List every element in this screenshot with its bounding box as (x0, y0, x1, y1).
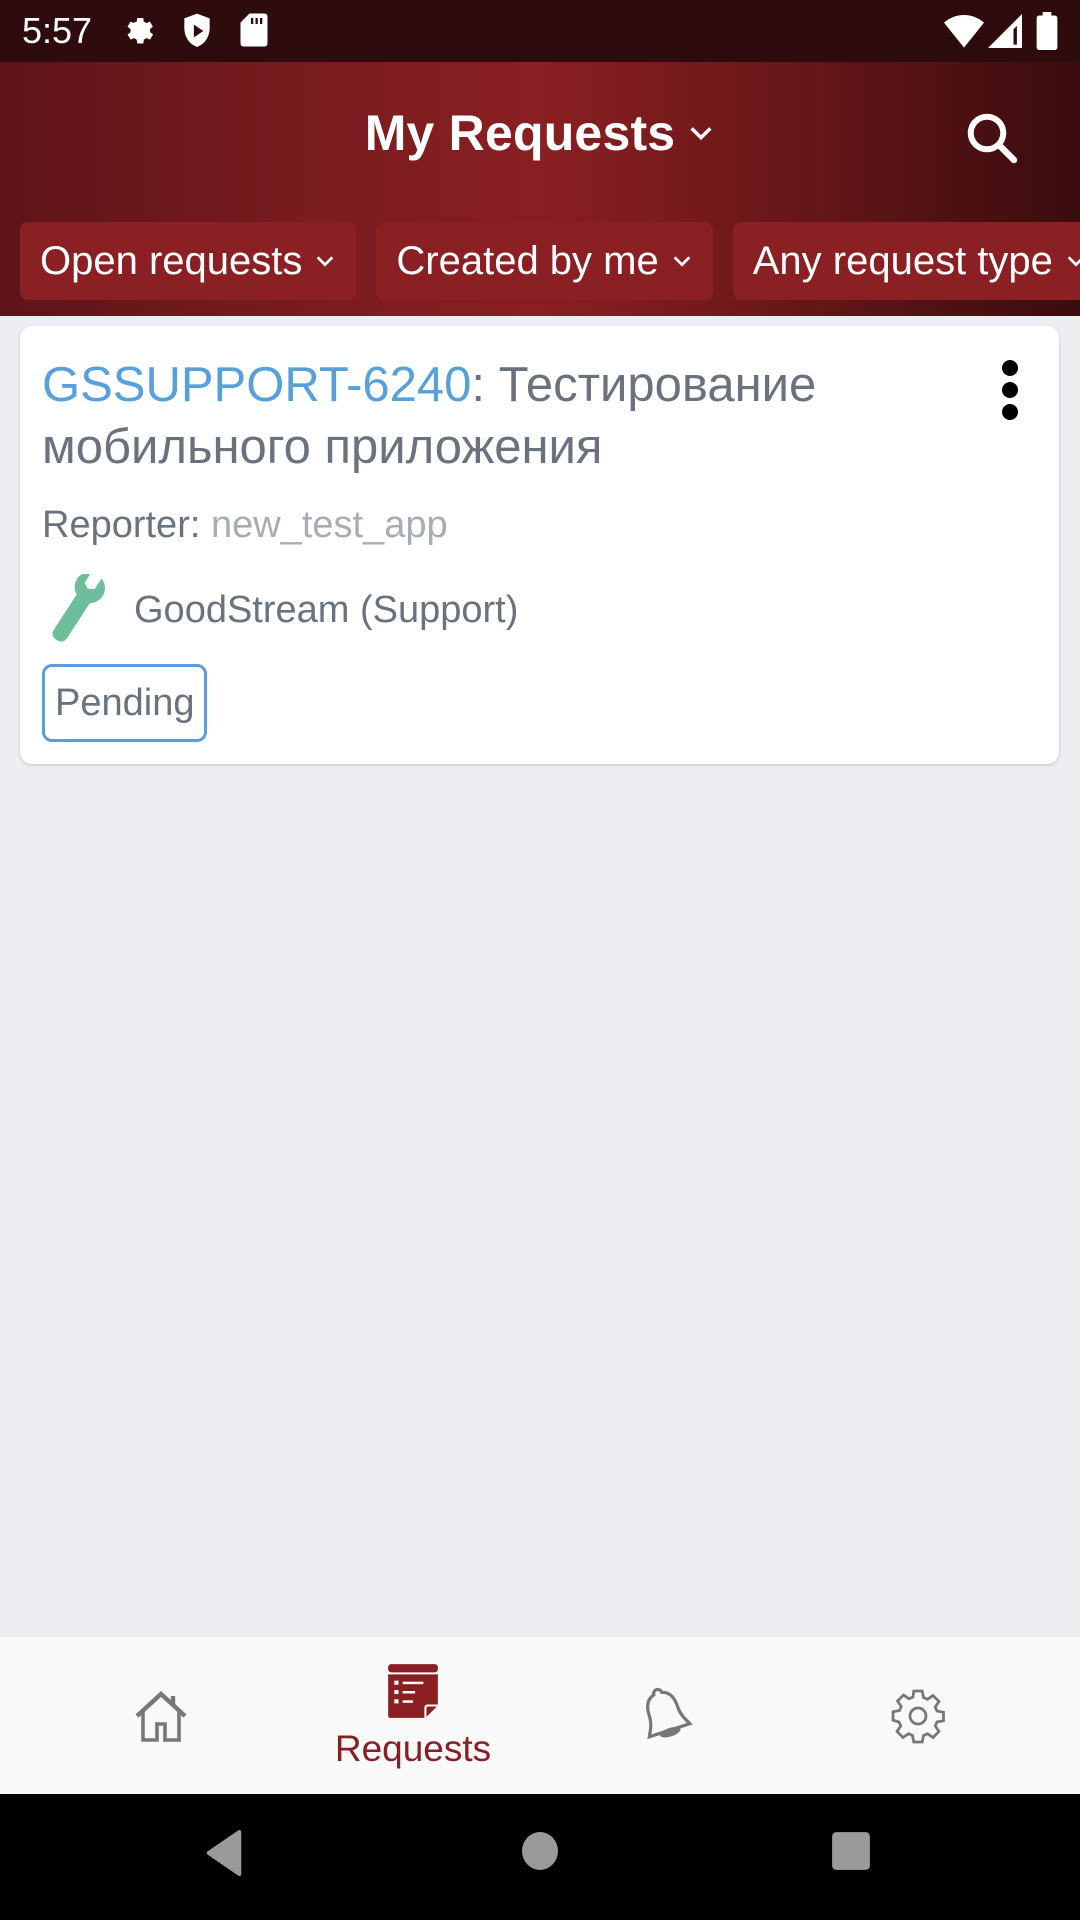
filter-label: Any request type (752, 238, 1053, 283)
filter-bar: Open requests Created by me Any request … (20, 222, 1080, 300)
reporter-row: Reporter: new_test_app (42, 504, 448, 547)
request-card[interactable]: GSSUPPORT-6240: Тестирование мобильного … (20, 326, 1059, 764)
view-selector[interactable]: My Requests (365, 104, 716, 162)
page-title: My Requests (364, 105, 676, 161)
nav-notifications[interactable] (565, 1637, 765, 1795)
issue-key-link[interactable]: GSSUPPORT-6240 (42, 358, 471, 412)
sd-card-icon (240, 12, 268, 53)
shield-play-icon (180, 12, 214, 55)
status-bar: 5:57 (0, 0, 1080, 62)
home-icon (135, 1691, 187, 1742)
filter-label: Created by me (396, 238, 659, 283)
back-icon (206, 1830, 242, 1876)
cell-signal-icon (988, 14, 1022, 53)
nav-home[interactable] (61, 1637, 261, 1795)
nav-settings[interactable] (818, 1637, 1018, 1795)
more-vertical-icon-dot (1002, 382, 1018, 398)
recents-icon (832, 1832, 870, 1870)
requests-icon (388, 1664, 438, 1718)
title-separator: : (471, 358, 499, 412)
reporter-value: new_test_app (210, 504, 448, 546)
more-vertical-icon-dot (1002, 404, 1018, 420)
filter-creator[interactable]: Created by me (376, 222, 713, 300)
home-button[interactable] (520, 1830, 560, 1877)
more-options-button[interactable] (988, 354, 1032, 426)
filter-status[interactable]: Open requests (20, 222, 357, 300)
chevron-down-icon (690, 127, 712, 141)
wrench-icon (52, 574, 105, 642)
system-navigation-bar (0, 1794, 1080, 1920)
search-button[interactable] (960, 106, 1024, 170)
chevron-down-icon (1067, 256, 1080, 267)
nav-label: Requests (334, 1728, 492, 1769)
nav-requests[interactable]: Requests (313, 1637, 513, 1795)
chevron-down-icon (317, 256, 334, 267)
home-circle-icon (522, 1832, 558, 1870)
chevron-down-icon (673, 256, 691, 267)
battery-icon (1036, 12, 1058, 55)
settings-icon (122, 12, 158, 53)
wifi-icon (944, 14, 984, 53)
status-time: 5:57 (22, 10, 93, 51)
status-badge: Pending (42, 664, 208, 742)
gear-icon (891, 1689, 945, 1744)
request-title: GSSUPPORT-6240: Тестирование мобильного … (42, 354, 942, 478)
project-name: GoodStream (Support) (134, 588, 519, 631)
recents-button[interactable] (830, 1830, 872, 1877)
search-icon (967, 113, 1018, 164)
project-row: GoodStream (Support) (40, 574, 518, 646)
app-header: My Requests Open requests Created by me … (0, 62, 1080, 316)
bell-icon (646, 1687, 693, 1740)
filter-label: Open requests (40, 238, 303, 283)
bottom-navigation: Requests (0, 1636, 1080, 1794)
reporter-label: Reporter (42, 504, 190, 546)
reporter-separator: : (189, 504, 211, 546)
filter-request-type[interactable]: Any request type (732, 222, 1080, 300)
back-button[interactable] (204, 1830, 244, 1881)
more-vertical-icon (1002, 360, 1018, 376)
